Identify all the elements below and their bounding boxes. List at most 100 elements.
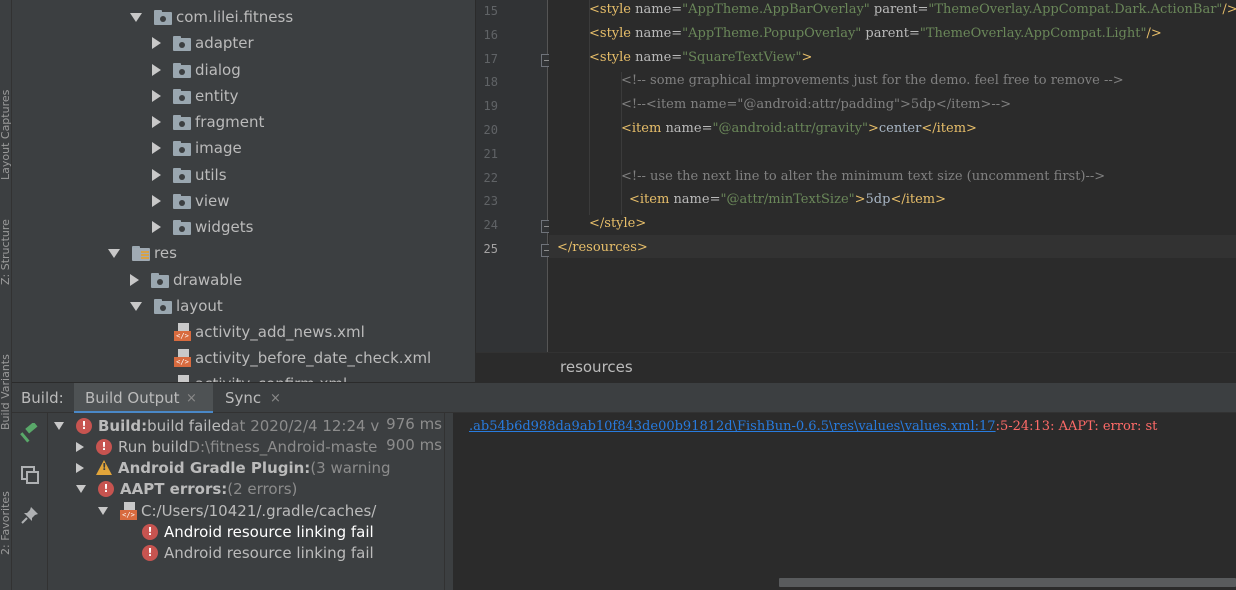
error-icon: ! xyxy=(96,438,112,455)
project-tree: com.lilei.fitness adapter dialog entity frag… xyxy=(12,0,475,382)
chevron-right-icon[interactable] xyxy=(152,221,161,233)
warning-icon xyxy=(96,460,112,475)
chevron-down-icon[interactable] xyxy=(98,506,108,515)
breadcrumb-item[interactable]: resources xyxy=(560,358,633,376)
build-tree-row[interactable]: ! Android resource linking fail xyxy=(142,542,444,563)
code-line: </resources> xyxy=(557,240,648,255)
build-row-text: Run build xyxy=(118,437,189,456)
build-row-title: AAPT errors: xyxy=(120,479,228,498)
tree-folder-item[interactable]: layout xyxy=(130,293,223,319)
tool-window-stripe: Layout Captures Z: Structure Build Varia… xyxy=(0,0,12,590)
editor-gutter: 15 16 17 18 19 20 21 22 23 24 25 xyxy=(476,0,554,352)
chevron-right-icon[interactable] xyxy=(152,142,161,154)
chevron-down-icon[interactable] xyxy=(130,301,142,311)
restore-layout-icon[interactable] xyxy=(20,465,40,485)
error-message: :5-24:13: AAPT: error: st xyxy=(995,419,1158,434)
tree-folder-item[interactable]: widgets xyxy=(152,214,253,240)
tree-folder-item[interactable]: drawable xyxy=(130,267,242,293)
build-row-title: Android Gradle Plugin: xyxy=(118,458,311,477)
chevron-down-icon[interactable] xyxy=(76,484,86,493)
package-folder-icon xyxy=(173,35,191,51)
tree-item-label: utils xyxy=(195,166,227,184)
build-tree-row[interactable]: ! Android resource linking fail xyxy=(142,521,444,542)
panel-divider[interactable] xyxy=(444,413,453,590)
build-row-detail: at 2020/2/4 12:24 v xyxy=(230,416,380,435)
tree-folder-item[interactable]: res xyxy=(108,240,177,266)
close-icon[interactable]: × xyxy=(186,391,197,406)
tree-file-item[interactable]: </> activity_confirm.xml xyxy=(174,371,347,382)
tab-sync[interactable]: Sync xyxy=(225,389,261,407)
build-row-detail: (2 errors) xyxy=(227,479,298,498)
tree-item-label: activity_add_news.xml xyxy=(195,323,365,341)
chevron-right-icon[interactable] xyxy=(130,274,139,286)
chevron-right-icon[interactable] xyxy=(152,64,161,76)
tree-item-label: fragment xyxy=(195,113,265,131)
tree-folder-item[interactable]: dialog xyxy=(152,57,241,83)
chevron-right-icon[interactable] xyxy=(76,462,84,473)
chevron-right-icon[interactable] xyxy=(152,116,161,128)
chevron-right-icon[interactable] xyxy=(152,90,161,102)
tree-item-label: res xyxy=(154,244,177,262)
line-number: 19 xyxy=(483,99,498,114)
chevron-right-icon[interactable] xyxy=(152,169,161,181)
chevron-right-icon[interactable] xyxy=(152,37,161,49)
hammer-icon[interactable] xyxy=(20,423,40,443)
pin-icon[interactable] xyxy=(21,506,39,524)
code-line: <item name="@android:attr/gravity">cente… xyxy=(621,121,977,136)
build-console[interactable]: .ab54b6d988da9ab10f843de00b91812d\FishBu… xyxy=(453,413,1236,590)
stripe-label-layout-captures[interactable]: Layout Captures xyxy=(0,90,12,180)
code-line: <!-- some graphical improvements just fo… xyxy=(621,73,1124,89)
xml-file-icon: </> xyxy=(120,501,137,520)
tree-file-item[interactable]: </> activity_add_news.xml xyxy=(174,319,365,345)
stripe-label-favorites[interactable]: 2: Favorites xyxy=(0,491,12,555)
stripe-label-build-variants[interactable]: Build Variants xyxy=(0,354,12,430)
close-icon[interactable]: × xyxy=(270,391,281,406)
tree-item-label: layout xyxy=(176,297,223,315)
line-number: 23 xyxy=(483,194,498,209)
chevron-down-icon[interactable] xyxy=(108,248,120,258)
tree-item-label: dialog xyxy=(195,61,241,79)
tree-item-label: com.lilei.fitness xyxy=(176,8,294,26)
current-line-highlight xyxy=(549,235,1236,258)
error-icon: ! xyxy=(76,417,92,434)
line-number: 22 xyxy=(483,170,498,185)
tree-folder-item[interactable]: com.lilei.fitness xyxy=(130,4,293,30)
tree-item-label: drawable xyxy=(173,271,243,289)
tree-folder-item[interactable]: fragment xyxy=(152,109,264,135)
tree-item-label: activity_before_date_check.xml xyxy=(195,349,432,367)
chevron-down-icon[interactable] xyxy=(54,421,64,430)
tree-item-label: activity_confirm.xml xyxy=(195,375,347,382)
tree-folder-item[interactable]: view xyxy=(152,188,230,214)
stripe-label-structure[interactable]: Z: Structure xyxy=(0,219,12,285)
tree-folder-item[interactable]: entity xyxy=(152,83,239,109)
build-tree-row[interactable]: ! AAPT errors: (2 errors) xyxy=(76,478,444,499)
build-tree-row[interactable]: Android Gradle Plugin: (3 warning xyxy=(76,457,444,478)
line-number: 16 xyxy=(483,27,498,42)
build-toolbar: Build: Build Output × Sync × xyxy=(12,382,1236,414)
build-row-text: Android resource linking fail xyxy=(164,522,374,541)
build-side-tools xyxy=(12,413,48,590)
build-row-detail: D:\fitness_Android-maste xyxy=(188,437,378,456)
code-editor[interactable]: <style name="AppTheme.AppBarOverlay" par… xyxy=(549,0,1236,352)
error-icon: ! xyxy=(98,480,114,497)
build-row-detail: (3 warning xyxy=(310,458,391,477)
package-folder-icon xyxy=(173,167,191,183)
tree-folder-item[interactable]: adapter xyxy=(152,30,254,56)
tree-folder-item[interactable]: utils xyxy=(152,162,227,188)
tree-item-label: image xyxy=(195,139,242,157)
file-link[interactable]: .ab54b6d988da9ab10f843de00b91812d\FishBu… xyxy=(469,419,996,434)
chevron-down-icon[interactable] xyxy=(130,12,142,22)
code-line: <style name="SquareTextView"> xyxy=(589,49,813,65)
tab-build-output[interactable]: Build Output xyxy=(85,389,180,407)
code-line: <style name="AppTheme.PopupOverlay" pare… xyxy=(589,25,1162,41)
code-line: <!-- use the next line to alter the mini… xyxy=(621,168,1106,184)
build-tree-row[interactable]: </> C:/Users/10421/.gradle/caches/ xyxy=(98,500,444,521)
horizontal-scrollbar[interactable] xyxy=(779,578,1236,587)
package-folder-icon xyxy=(173,193,191,209)
chevron-right-icon[interactable] xyxy=(76,441,84,452)
tree-folder-item[interactable]: image xyxy=(152,135,242,161)
tree-file-item[interactable]: </> activity_before_date_check.xml xyxy=(174,345,431,371)
chevron-right-icon[interactable] xyxy=(152,195,161,207)
resource-folder-icon xyxy=(132,245,150,261)
code-line: <style name="AppTheme.AppBarOverlay" par… xyxy=(589,2,1236,17)
